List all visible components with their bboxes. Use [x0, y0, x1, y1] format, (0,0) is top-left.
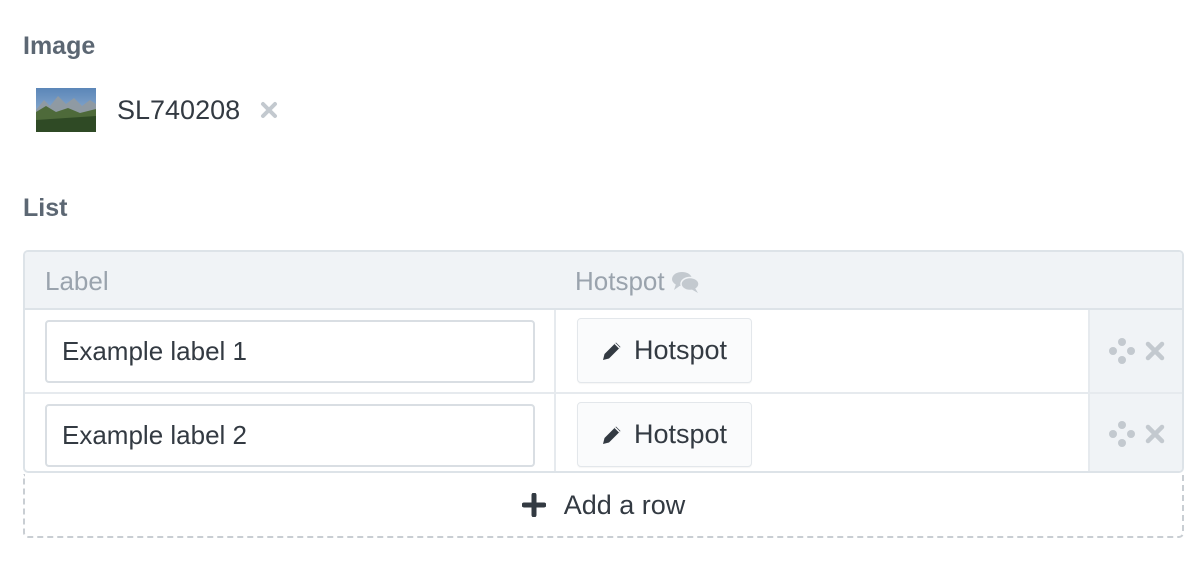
image-filename: SL740208 — [117, 94, 241, 125]
add-row-label: Add a row — [563, 489, 686, 520]
image-chooser: SL740208 — [36, 88, 279, 132]
column-header-hotspot: Hotspot — [575, 266, 701, 297]
pencil-icon — [603, 426, 621, 444]
hotspot-button-label: Hotspot — [634, 419, 728, 449]
edit-hotspot-button[interactable]: Hotspot — [577, 318, 753, 383]
label-input[interactable] — [45, 320, 535, 383]
add-row-button[interactable]: Add a row — [23, 474, 1184, 538]
image-thumbnail[interactable] — [36, 88, 96, 132]
close-icon — [261, 102, 278, 118]
plus-icon — [521, 493, 546, 517]
list-table: Label Hotspot Hotsp — [23, 250, 1184, 473]
hotspot-button-label: Hotspot — [634, 335, 728, 365]
drag-handle-icon[interactable] — [1108, 420, 1136, 448]
comments-icon[interactable] — [671, 270, 701, 294]
row-actions — [1088, 310, 1182, 392]
table-row: Hotspot — [25, 392, 1182, 471]
label-cell — [25, 310, 556, 392]
edit-hotspot-button[interactable]: Hotspot — [577, 402, 753, 467]
label-cell — [25, 394, 556, 471]
column-header-label: Label — [45, 266, 109, 296]
image-field-title: Image — [23, 32, 96, 60]
table-header: Label Hotspot — [25, 252, 1182, 310]
hotspot-cell: Hotspot — [556, 310, 1088, 392]
hotspot-cell: Hotspot — [556, 394, 1088, 471]
delete-row-icon[interactable] — [1144, 423, 1166, 445]
pencil-icon — [603, 342, 621, 360]
list-field-title: List — [23, 194, 68, 222]
table-row: Hotspot — [25, 310, 1182, 392]
row-actions — [1088, 394, 1182, 471]
label-input[interactable] — [45, 404, 535, 467]
remove-image-button[interactable] — [259, 100, 279, 120]
delete-row-icon[interactable] — [1144, 340, 1166, 362]
drag-handle-icon[interactable] — [1108, 337, 1136, 365]
